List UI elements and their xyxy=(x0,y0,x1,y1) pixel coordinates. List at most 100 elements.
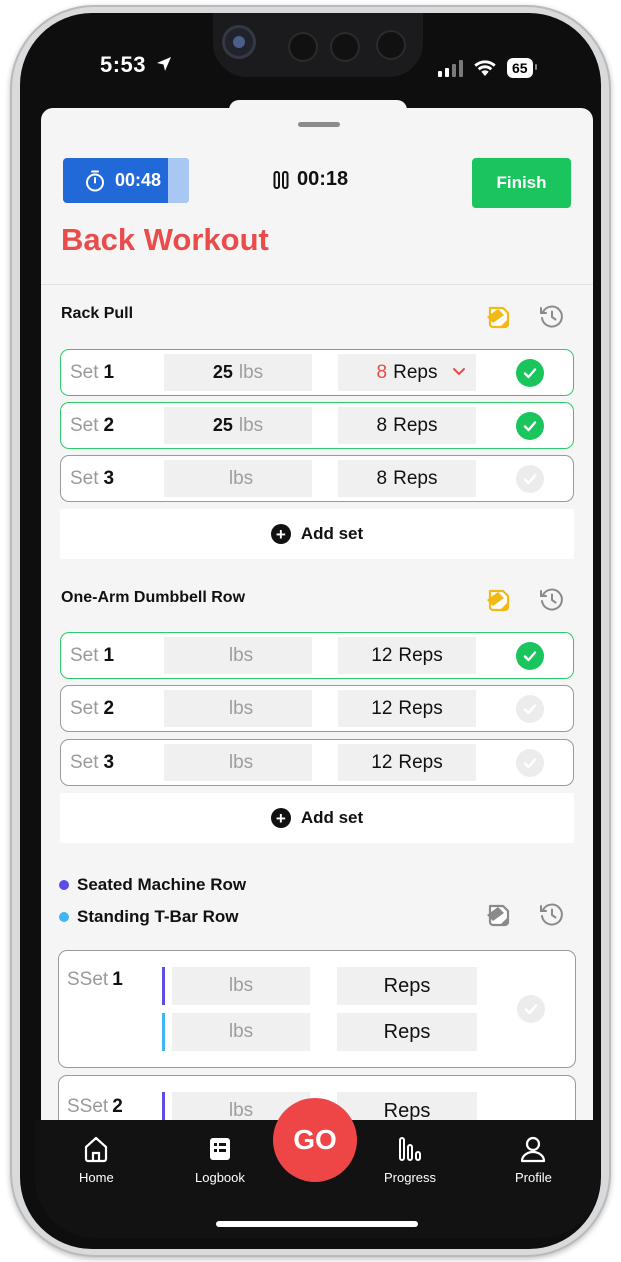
workout-title: Back Workout xyxy=(61,222,269,257)
superset-color-bar xyxy=(162,1092,165,1120)
home-indicator[interactable] xyxy=(216,1221,418,1227)
front-camera xyxy=(222,25,256,59)
sensor xyxy=(288,32,318,62)
reps-field[interactable]: Reps xyxy=(337,967,477,1005)
sensor xyxy=(376,30,406,60)
superset-exercise[interactable]: Standing T-Bar Row xyxy=(59,907,239,927)
checkmark-icon xyxy=(523,651,537,662)
rest-timer[interactable]: 00:48 xyxy=(63,158,189,203)
set-row[interactable]: Set 1 25 lbs 8 Reps xyxy=(60,349,574,396)
superset-set-label: SSet 1 xyxy=(67,969,123,990)
add-set-button[interactable]: + Add set xyxy=(60,793,574,843)
exercise-name[interactable]: One-Arm Dumbbell Row xyxy=(61,589,245,607)
rest-timer-progress xyxy=(167,158,189,203)
superset-set-label: SSet 2 xyxy=(67,1096,123,1117)
set-label: Set 3 xyxy=(70,468,115,489)
weight-field[interactable]: lbs xyxy=(172,967,310,1005)
add-set-label: Add set xyxy=(300,524,364,543)
reps-field[interactable]: 12 Reps xyxy=(338,744,476,781)
note-icon[interactable] xyxy=(483,900,513,930)
set-row[interactable]: Set 2 25 lbs 8 Reps xyxy=(60,402,574,449)
weight-field[interactable]: 25 lbs xyxy=(164,354,312,391)
set-row[interactable]: Set 2 lbs 12 Reps xyxy=(60,685,574,732)
set-complete-check[interactable] xyxy=(517,995,545,1023)
reps-field[interactable]: 8 Reps xyxy=(338,407,476,444)
set-label: Set 2 xyxy=(70,698,115,719)
superset-color-bar xyxy=(162,1013,165,1051)
checkmark-icon xyxy=(523,758,537,769)
exercise-actions xyxy=(483,585,567,615)
set-label: Set 3 xyxy=(70,752,115,773)
add-set-button[interactable]: + Add set xyxy=(60,509,574,559)
checkmark-icon xyxy=(523,368,537,379)
pause-icon xyxy=(273,170,289,189)
set-label: Set 1 xyxy=(70,645,115,666)
chevron-down-icon[interactable] xyxy=(451,363,467,379)
home-icon xyxy=(85,1136,108,1163)
rest-timer-value: 00:48 xyxy=(115,170,162,190)
superset-color-dot xyxy=(59,912,69,922)
weight-field[interactable]: lbs xyxy=(164,460,312,497)
battery-level: 65 xyxy=(507,58,537,78)
wifi-icon xyxy=(474,60,496,76)
superset-set-row[interactable]: SSet 1 lbs Reps lbs Reps xyxy=(58,950,576,1068)
sensor xyxy=(330,32,360,62)
superset-exercise-name: Seated Machine Row xyxy=(77,875,247,894)
history-icon[interactable] xyxy=(537,585,567,615)
signal-icon xyxy=(438,59,463,77)
set-row[interactable]: Set 3 lbs 8 Reps xyxy=(60,455,574,502)
superset-actions xyxy=(483,900,567,930)
status-icons: 65 xyxy=(438,55,537,81)
set-complete-check[interactable] xyxy=(516,359,544,387)
weight-field[interactable]: lbs xyxy=(164,744,312,781)
weight-field[interactable]: lbs xyxy=(172,1013,310,1051)
add-set-label: Add set xyxy=(300,808,364,827)
weight-field[interactable]: lbs xyxy=(164,637,312,674)
status-time-text: 5:53 xyxy=(100,52,147,77)
superset-exercise[interactable]: Seated Machine Row xyxy=(59,875,246,895)
set-complete-check[interactable] xyxy=(516,695,544,723)
checkmark-icon xyxy=(523,704,537,715)
set-row[interactable]: Set 3 lbs 12 Reps xyxy=(60,739,574,786)
set-complete-check[interactable] xyxy=(516,465,544,493)
weight-field[interactable]: 25 lbs xyxy=(164,407,312,444)
plus-icon: + xyxy=(270,808,291,828)
reps-field[interactable]: Reps xyxy=(337,1013,477,1051)
tab-label: Profile xyxy=(515,1170,552,1185)
tab-label: Progress xyxy=(384,1170,437,1185)
superset-color-bar xyxy=(162,967,165,1005)
go-button[interactable]: GO xyxy=(273,1098,357,1182)
reps-field[interactable]: 8 Reps xyxy=(338,460,476,497)
reps-field[interactable]: 12 Reps xyxy=(338,690,476,727)
elapsed-value: 00:18 xyxy=(297,168,349,190)
logbook-icon xyxy=(209,1138,230,1160)
tab-home[interactable]: Home xyxy=(79,1134,114,1185)
exercise-actions xyxy=(483,302,567,332)
tab-progress[interactable]: Progress xyxy=(384,1134,436,1185)
checkmark-icon xyxy=(523,421,537,432)
set-complete-check[interactable] xyxy=(516,749,544,777)
set-label: Set 1 xyxy=(70,362,115,383)
workout-sheet: 00:48 00:18 Finish Back Workout Rack Pul… xyxy=(41,108,593,1120)
progress-bars-icon xyxy=(399,1137,422,1161)
sheet-grabber[interactable] xyxy=(298,122,340,127)
weight-field[interactable]: lbs xyxy=(164,690,312,727)
set-row[interactable]: Set 1 lbs 12 Reps xyxy=(60,632,574,679)
note-icon[interactable] xyxy=(483,302,513,332)
set-complete-check[interactable] xyxy=(516,412,544,440)
location-arrow-icon xyxy=(156,57,171,71)
reps-field[interactable]: Reps xyxy=(337,1092,477,1120)
tab-profile[interactable]: Profile xyxy=(515,1134,552,1185)
elapsed-timer[interactable]: 00:18 xyxy=(273,168,348,191)
finish-button[interactable]: Finish xyxy=(472,158,571,208)
note-icon[interactable] xyxy=(483,585,513,615)
exercise-name[interactable]: Rack Pull xyxy=(61,305,133,323)
stopwatch-icon xyxy=(86,170,104,191)
tab-logbook[interactable]: Logbook xyxy=(195,1134,245,1185)
reps-field[interactable]: 12 Reps xyxy=(338,637,476,674)
tab-label: Home xyxy=(79,1170,114,1185)
history-icon[interactable] xyxy=(537,900,567,930)
set-complete-check[interactable] xyxy=(516,642,544,670)
profile-icon xyxy=(521,1136,546,1163)
history-icon[interactable] xyxy=(537,302,567,332)
